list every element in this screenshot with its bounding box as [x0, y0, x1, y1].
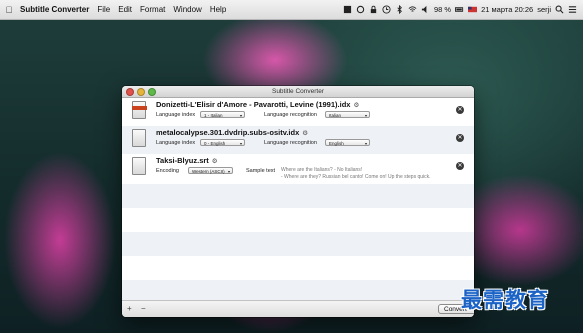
window-titlebar[interactable]: Subtitle Converter — [122, 86, 474, 98]
empty-row — [122, 208, 474, 232]
apple-icon[interactable]:  — [2, 5, 16, 15]
sample-text-line-1: Where are the Italians? - No Italians! — [281, 167, 363, 173]
empty-row — [122, 184, 474, 208]
chevron-down-icon: ▾ — [227, 169, 230, 174]
select-value: 1 - Italian — [204, 113, 223, 118]
menu-file[interactable]: File — [97, 5, 110, 14]
field-label: Sample text — [246, 168, 276, 174]
chevron-down-icon: ▾ — [364, 113, 367, 118]
battery-icon[interactable] — [455, 5, 464, 14]
file-list: Donizetti-L'Elisir d'Amore - Pavarotti, … — [122, 98, 474, 304]
empty-row — [122, 256, 474, 280]
watermark-logo: 最需教育 — [461, 288, 549, 312]
encoding-select[interactable]: Western (ASCII) ▾ — [188, 167, 233, 174]
select-value: English — [329, 141, 344, 146]
menubar-clock[interactable]: 21 марта 20:26 — [481, 5, 533, 14]
gear-icon[interactable]: ⚙ — [212, 158, 218, 165]
box-icon[interactable] — [343, 5, 352, 14]
field-label: Language index — [156, 112, 196, 118]
remove-file-button[interactable]: ✕ — [456, 162, 464, 170]
idx-file-icon — [132, 129, 146, 147]
menu-help[interactable]: Help — [210, 5, 226, 14]
chevron-down-icon: ▾ — [239, 113, 242, 118]
battery-percent: 98 % — [433, 5, 452, 14]
close-window-button[interactable] — [126, 88, 134, 96]
bottom-bar: + − Convert — [122, 300, 474, 317]
srt-file-icon — [132, 157, 146, 175]
menu-bar:  Subtitle Converter File Edit Format Wi… — [0, 0, 583, 20]
menu-format[interactable]: Format — [140, 5, 165, 14]
gear-icon[interactable]: ⚙ — [302, 130, 308, 137]
remove-selected-button[interactable]: − — [141, 304, 146, 313]
bluetooth-icon[interactable] — [395, 5, 404, 14]
converter-window: Subtitle Converter Donizetti-L'Elisir d'… — [122, 86, 474, 317]
traffic-lights — [126, 88, 156, 96]
select-value: Western (ASCII) — [192, 169, 225, 174]
sample-text-line-2: - Where are they? Russian bel canto! Com… — [281, 174, 431, 180]
file-name-text: Taksi-Blyuz.srt — [156, 156, 209, 165]
language-recognition-select[interactable]: Italian ▾ — [325, 111, 370, 118]
language-recognition-select[interactable]: English ▾ — [325, 139, 370, 146]
file-name: metalocalypse.301.dvdrip.subs-ositv.idx ⚙ — [156, 128, 308, 137]
list-item[interactable]: metalocalypse.301.dvdrip.subs-ositv.idx ⚙… — [122, 126, 474, 154]
status-area: 98 % 21 марта 20:26 serji — [343, 5, 577, 14]
flag-icon[interactable] — [468, 5, 478, 14]
list-item[interactable]: Taksi-Blyuz.srt ⚙ Encoding Western (ASCII… — [122, 154, 474, 184]
field-label: Language index — [156, 140, 196, 146]
file-name-text: Donizetti-L'Elisir d'Amore - Pavarotti, … — [156, 100, 351, 109]
menu-app-name[interactable]: Subtitle Converter — [20, 5, 89, 14]
menu-edit[interactable]: Edit — [118, 5, 132, 14]
select-value: 0 - English — [204, 141, 226, 146]
file-name: Donizetti-L'Elisir d'Amore - Pavarotti, … — [156, 100, 359, 109]
file-name-text: metalocalypse.301.dvdrip.subs-ositv.idx — [156, 128, 300, 137]
volume-icon[interactable] — [421, 5, 430, 14]
search-icon[interactable] — [555, 5, 564, 14]
sync-icon[interactable] — [356, 5, 365, 14]
wifi-icon[interactable] — [408, 5, 417, 14]
remove-file-button[interactable]: ✕ — [456, 106, 464, 114]
lock-icon[interactable] — [369, 5, 378, 14]
field-label: Encoding — [156, 168, 179, 174]
chevron-down-icon: ▾ — [239, 141, 242, 146]
gear-icon[interactable]: ⚙ — [353, 102, 359, 109]
list-item[interactable]: Donizetti-L'Elisir d'Amore - Pavarotti, … — [122, 98, 474, 126]
add-file-button[interactable]: + — [127, 304, 132, 313]
menu-window[interactable]: Window — [173, 5, 201, 14]
language-index-select[interactable]: 0 - English ▾ — [200, 139, 245, 146]
zoom-window-button[interactable] — [148, 88, 156, 96]
field-label: Language recognition — [264, 112, 317, 118]
list-icon[interactable] — [568, 5, 577, 14]
language-index-select[interactable]: 1 - Italian ▾ — [200, 111, 245, 118]
field-label: Language recognition — [264, 140, 317, 146]
select-value: Italian — [329, 113, 342, 118]
remove-file-button[interactable]: ✕ — [456, 134, 464, 142]
empty-row — [122, 232, 474, 256]
window-title: Subtitle Converter — [271, 88, 325, 95]
idx-file-icon — [132, 101, 147, 119]
minimize-window-button[interactable] — [137, 88, 145, 96]
file-name: Taksi-Blyuz.srt ⚙ — [156, 156, 218, 165]
menubar-user[interactable]: serji — [537, 5, 551, 14]
chevron-down-icon: ▾ — [364, 141, 367, 146]
clock-icon[interactable] — [382, 5, 391, 14]
